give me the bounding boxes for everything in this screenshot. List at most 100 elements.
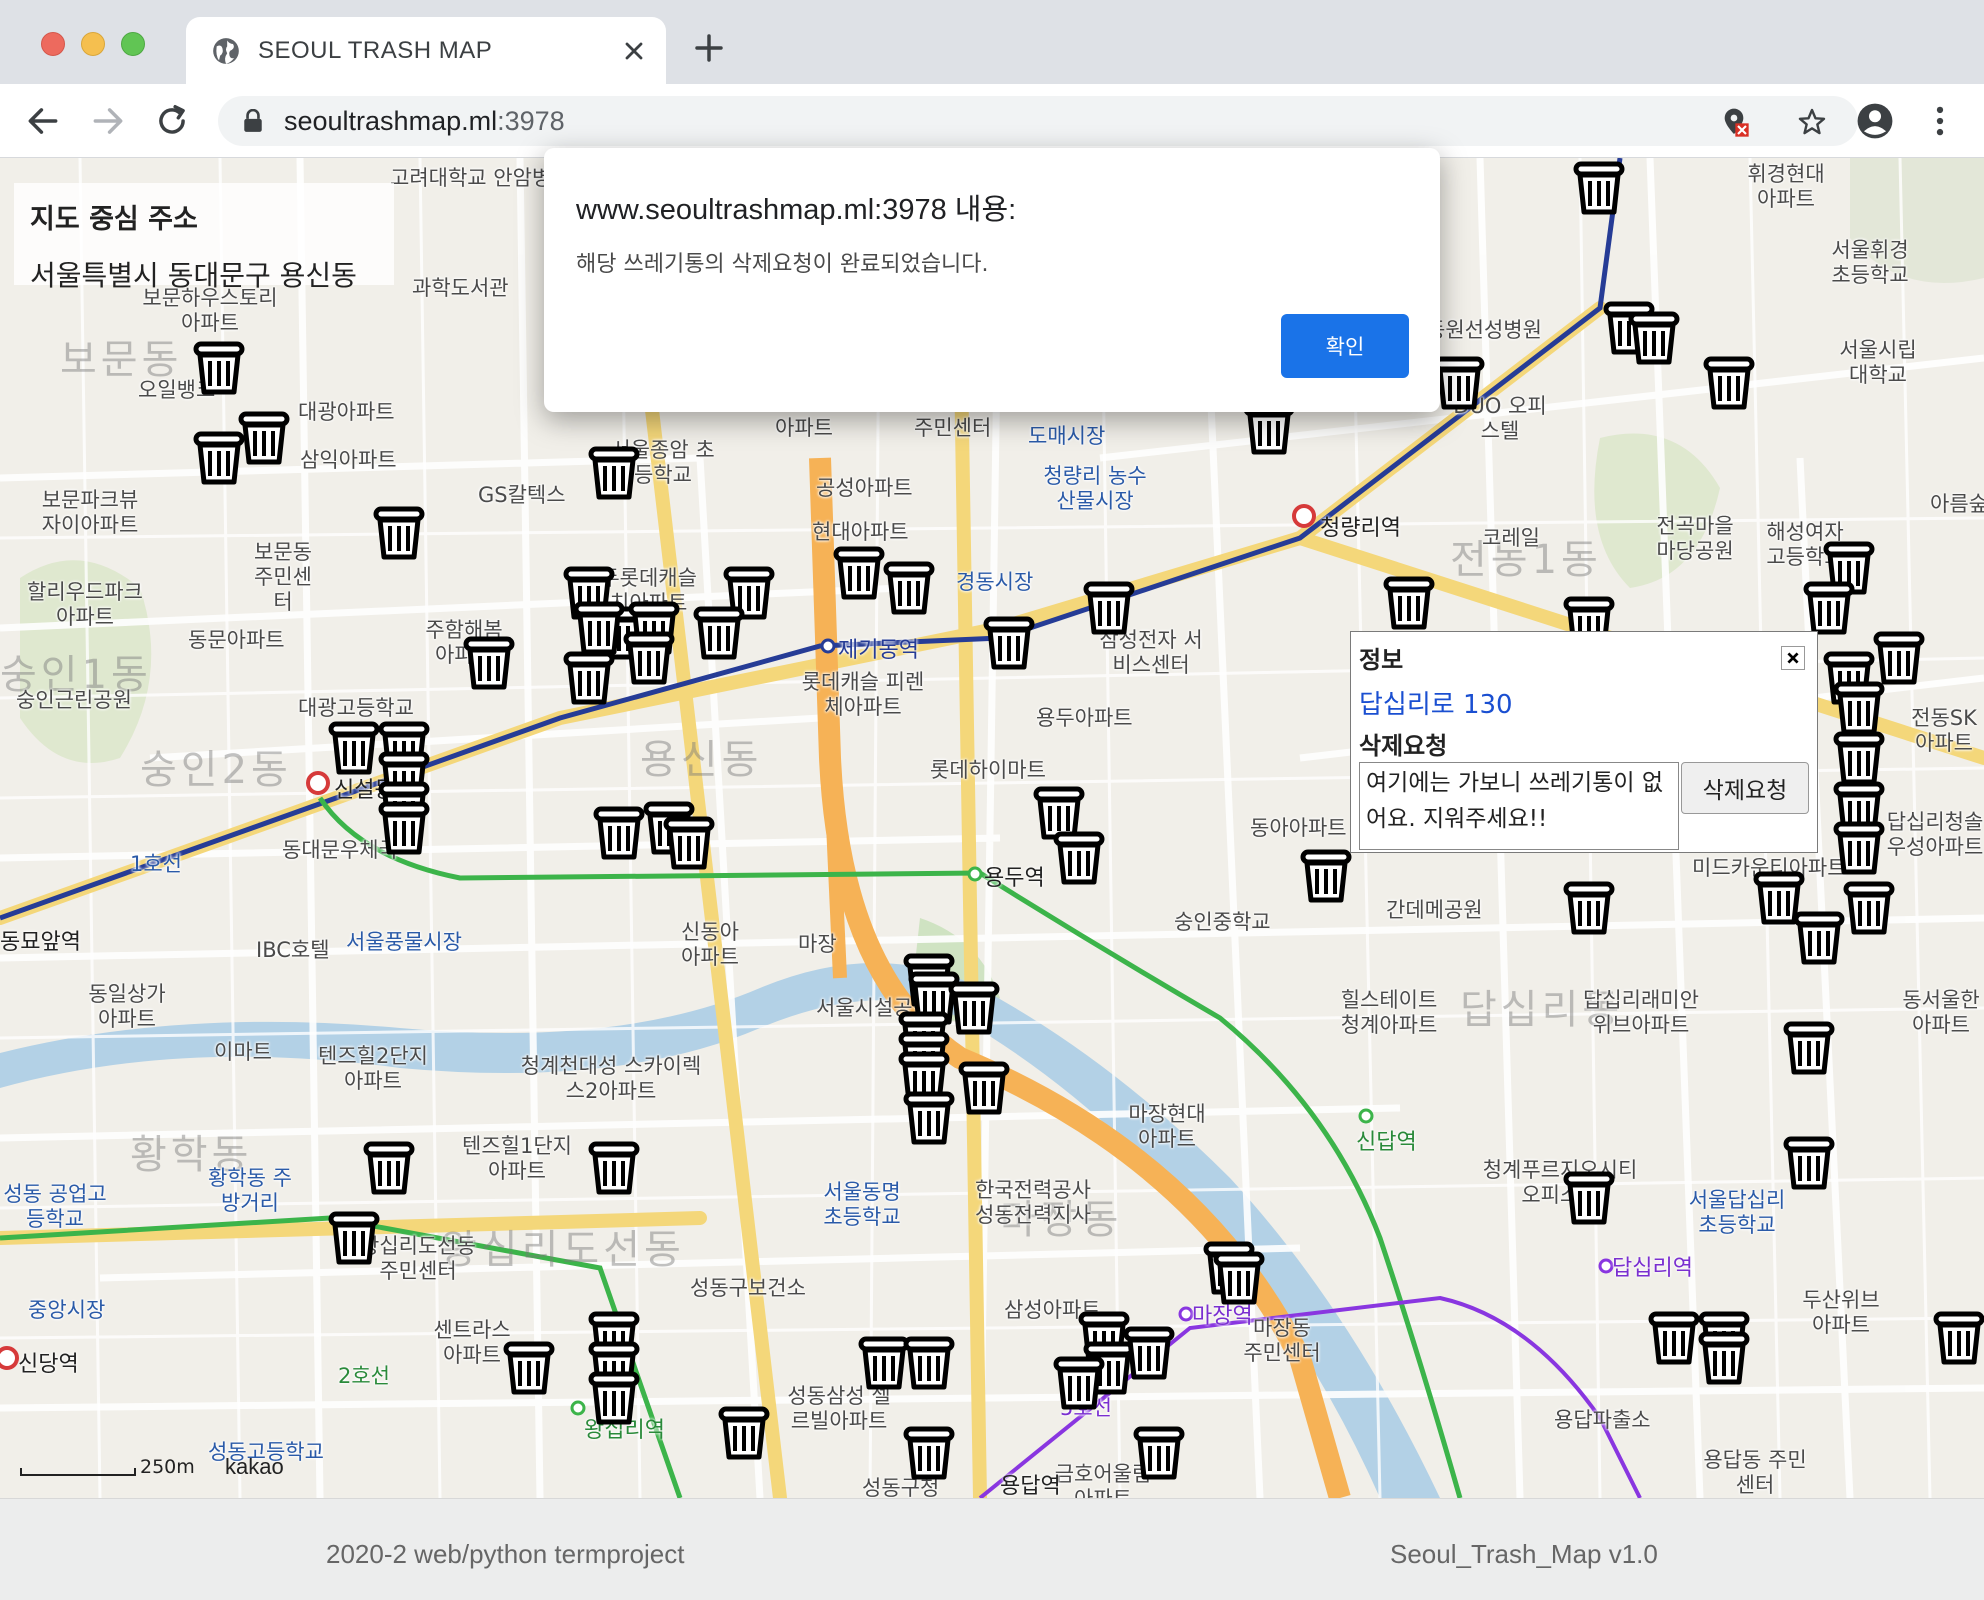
- trash-bin-icon[interactable]: [1930, 1308, 1984, 1368]
- trash-bin-icon[interactable]: [1380, 573, 1438, 633]
- new-tab-icon[interactable]: [693, 32, 725, 64]
- poi-label: 중앙시장: [28, 1298, 106, 1322]
- zoom-window-button[interactable]: [121, 32, 145, 56]
- poi-label: 서울휘경 초등학교: [1831, 238, 1909, 287]
- poi-label: 삼익아파트: [300, 448, 397, 472]
- trash-bin-icon[interactable]: [945, 978, 1003, 1038]
- kakao-logo: kakao: [225, 1454, 284, 1479]
- trash-bin-icon[interactable]: [1210, 1248, 1268, 1308]
- poi-label: 마장현대 아파트: [1128, 1102, 1206, 1151]
- trash-bin-icon[interactable]: [375, 798, 433, 858]
- trash-bin-icon[interactable]: [235, 408, 293, 468]
- back-arrow-icon[interactable]: [24, 102, 62, 140]
- poi-label: 서울답십리 초등학교: [1688, 1188, 1786, 1237]
- trash-bin-icon[interactable]: [1080, 578, 1138, 638]
- trash-bin-icon[interactable]: [1700, 353, 1758, 413]
- poi-label: 답십리래미안 위브아파트: [1583, 988, 1699, 1037]
- trash-bin-icon[interactable]: [620, 628, 678, 688]
- trash-bin-icon[interactable]: [1560, 1168, 1618, 1228]
- poi-label: 대광아파트: [298, 400, 395, 424]
- trash-bin-icon[interactable]: [1570, 158, 1628, 218]
- trash-bin-icon[interactable]: [900, 1088, 958, 1148]
- trash-bin-icon[interactable]: [325, 1208, 383, 1268]
- trash-bin-icon[interactable]: [1695, 1328, 1753, 1388]
- trash-bin-icon[interactable]: [660, 813, 718, 873]
- delete-reason-input[interactable]: 여기에는 가보니 쓰레기통이 없어요. 지워주세요!!: [1359, 762, 1679, 850]
- bookmark-star-icon[interactable]: [1796, 106, 1828, 138]
- trash-bin-icon[interactable]: [560, 648, 618, 708]
- trash-bin-icon[interactable]: [1840, 878, 1898, 938]
- trash-bin-icon[interactable]: [1560, 878, 1618, 938]
- trash-bin-icon[interactable]: [1297, 846, 1355, 906]
- poi-label: 롯데캐슬 피렌체아파트: [801, 670, 925, 719]
- trash-bin-icon[interactable]: [585, 1138, 643, 1198]
- trash-bin-icon[interactable]: [1790, 908, 1848, 968]
- poi-label: 주민센터: [914, 416, 992, 440]
- alert-dialog: www.seoultrashmap.ml:3978 내용: 해당 쓰레기통의 삭…: [544, 148, 1440, 412]
- trash-bin-icon[interactable]: [1780, 1133, 1838, 1193]
- poi-label: 청계천대성 스카이렉스2아파트: [520, 1054, 702, 1103]
- info-title: 정보: [1359, 646, 1404, 674]
- trash-bin-icon[interactable]: [955, 1058, 1013, 1118]
- poi-label: 두산위브 아파트: [1802, 1288, 1880, 1337]
- footer-course: 2020-2 web/python termproject: [326, 1539, 685, 1569]
- browser-toolbar: seoultrashmap.ml:3978: [0, 84, 1984, 158]
- trash-bin-icon[interactable]: [1800, 578, 1858, 638]
- poi-label: 보문동 주민센터: [254, 540, 312, 614]
- trash-bin-icon[interactable]: [585, 1368, 643, 1428]
- bin-info-window: 정보 답십리로 130 삭제요청 여기에는 가보니 쓰레기통이 없어요. 지워주…: [1350, 631, 1818, 853]
- trash-bin-icon[interactable]: [1625, 308, 1683, 368]
- trash-bin-icon[interactable]: [370, 503, 428, 563]
- station-label: 제기동역: [838, 638, 919, 663]
- poi-label: 할리우드파크 아파트: [27, 580, 143, 629]
- trash-bin-icon[interactable]: [880, 558, 938, 618]
- poi-label: GS칼텍스: [478, 483, 566, 507]
- poi-label: 아름숲: [1930, 492, 1984, 516]
- poi-label: 과학도서관: [412, 276, 509, 300]
- trash-bin-icon[interactable]: [585, 443, 643, 503]
- trash-bin-icon[interactable]: [1780, 1018, 1838, 1078]
- close-tab-icon[interactable]: [620, 37, 648, 65]
- trash-bin-icon[interactable]: [500, 1338, 558, 1398]
- delete-request-button[interactable]: 삭제요청: [1681, 762, 1809, 814]
- reload-icon[interactable]: [153, 102, 191, 140]
- confirm-button[interactable]: 확인: [1281, 314, 1409, 378]
- poi-label: 서울풍물시장: [346, 930, 462, 954]
- location-blocked-icon[interactable]: [1718, 106, 1750, 138]
- trash-bin-icon[interactable]: [1120, 1323, 1178, 1383]
- district-label: 숭인1동: [0, 652, 152, 698]
- trash-bin-icon[interactable]: [980, 613, 1038, 673]
- profile-avatar-icon[interactable]: [1856, 102, 1894, 140]
- trash-bin-icon[interactable]: [190, 338, 248, 398]
- station-label: 신당역: [18, 1352, 79, 1377]
- trash-bin-icon[interactable]: [1830, 818, 1888, 878]
- district-label: 전농1동: [1450, 537, 1602, 583]
- more-menu-icon[interactable]: [1921, 102, 1959, 140]
- trash-bin-icon[interactable]: [690, 603, 748, 663]
- lock-icon[interactable]: [242, 109, 264, 133]
- minimize-window-button[interactable]: [81, 32, 105, 56]
- scale-bar: [20, 1468, 136, 1476]
- trash-bin-icon[interactable]: [900, 1333, 958, 1393]
- trash-bin-icon[interactable]: [360, 1138, 418, 1198]
- poi-label: 성동구보건소: [690, 1276, 806, 1300]
- trash-bin-icon[interactable]: [1130, 1423, 1188, 1483]
- close-icon[interactable]: [1781, 646, 1805, 670]
- poi-label: 신동아 아파트: [681, 920, 739, 969]
- trash-bin-icon[interactable]: [900, 1423, 958, 1483]
- forward-arrow-icon[interactable]: [89, 102, 127, 140]
- trash-bin-icon[interactable]: [1050, 1353, 1108, 1413]
- center-address-value: 서울특별시 동대문구 용신동: [30, 259, 357, 292]
- poi-label: 현대아파트: [812, 520, 909, 544]
- browser-tab[interactable]: SEOUL TRASH MAP: [186, 17, 666, 84]
- poi-label: 용답동 주민센터: [1703, 1448, 1807, 1497]
- address-bar[interactable]: seoultrashmap.ml:3978: [218, 96, 1858, 146]
- url-text[interactable]: seoultrashmap.ml:3978: [284, 106, 565, 137]
- close-window-button[interactable]: [41, 32, 65, 56]
- footer-version: Seoul_Trash_Map v1.0: [1390, 1539, 1658, 1569]
- trash-bin-icon[interactable]: [715, 1403, 773, 1463]
- poi-label: 전곡마을 마당공원: [1656, 514, 1734, 563]
- poi-label: 동일상가 아파트: [88, 982, 166, 1031]
- trash-bin-icon[interactable]: [1050, 828, 1108, 888]
- trash-bin-icon[interactable]: [460, 633, 518, 693]
